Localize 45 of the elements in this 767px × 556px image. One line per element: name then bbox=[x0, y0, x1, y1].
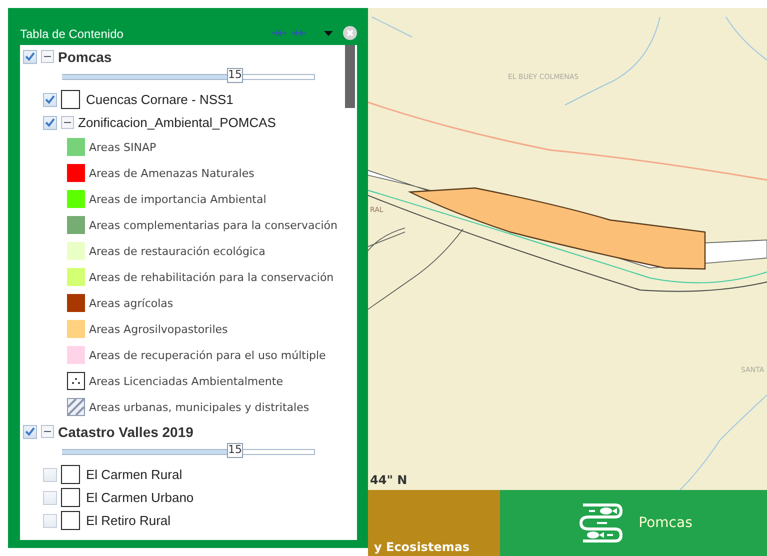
layer-swatch bbox=[61, 465, 80, 484]
dots-swatch-icon bbox=[67, 372, 85, 390]
layer-label: El Carmen Rural bbox=[86, 467, 182, 482]
legend-label: Areas de restauración ecológica bbox=[89, 244, 266, 258]
panel-title: Tabla de Contenido bbox=[20, 27, 124, 41]
layer-label: Zonificacion_Ambiental_POMCAS bbox=[78, 115, 276, 130]
legend-label: Areas complementarias para la conservación bbox=[89, 218, 338, 232]
collapse-icon[interactable] bbox=[41, 425, 54, 438]
checkbox[interactable] bbox=[43, 92, 57, 106]
legend-label: Areas Agrosilvopastoriles bbox=[89, 322, 228, 336]
legend-label: Areas de importancia Ambiental bbox=[89, 192, 266, 206]
checkbox[interactable] bbox=[23, 50, 37, 64]
checkbox[interactable] bbox=[43, 514, 57, 528]
slider-thumb[interactable]: 15 bbox=[227, 68, 244, 83]
close-icon[interactable] bbox=[343, 26, 357, 40]
dropdown-caret-icon[interactable] bbox=[324, 30, 333, 36]
collapse-icon[interactable] bbox=[41, 50, 54, 63]
collapse-icon[interactable] bbox=[61, 116, 74, 129]
legend-label: Areas SINAP bbox=[89, 140, 156, 154]
legend-label: Areas de recuperación para el uso múltiple bbox=[89, 348, 326, 362]
checkbox[interactable] bbox=[43, 490, 57, 504]
group-label: Catastro Valles 2019 bbox=[58, 424, 194, 440]
slider-thumb[interactable]: 15 bbox=[227, 443, 244, 458]
opacity-slider[interactable]: 15 bbox=[62, 443, 315, 463]
legend-label: Areas agrícolas bbox=[89, 296, 174, 310]
layer-swatch bbox=[61, 488, 80, 507]
legend-label: Areas urbanas, municipales y distritales bbox=[89, 400, 310, 414]
checkbox[interactable] bbox=[23, 424, 37, 438]
legend-label: Areas de Amenazas Naturales bbox=[89, 166, 254, 180]
layer-label: El Retiro Rural bbox=[86, 513, 171, 528]
scrollbar-thumb[interactable] bbox=[345, 45, 355, 108]
layer-label: Cuencas Cornare - NSS1 bbox=[86, 92, 234, 107]
tile-label: y Ecosistemas bbox=[374, 540, 470, 556]
hatch-swatch-icon bbox=[67, 398, 85, 416]
layer-label: El Carmen Urbano bbox=[86, 490, 194, 505]
legend-label: Areas Licenciadas Ambientalmente bbox=[89, 374, 283, 388]
legend-label: Areas de rehabilitación para la conservación bbox=[89, 270, 334, 284]
tile-label: Pomcas bbox=[638, 515, 692, 531]
layer-swatch bbox=[61, 90, 80, 109]
group-label: Pomcas bbox=[58, 48, 112, 64]
checkbox[interactable] bbox=[43, 116, 57, 130]
coordinate-label: 44" N bbox=[370, 473, 408, 487]
checkbox[interactable] bbox=[43, 468, 57, 482]
opacity-slider[interactable]: 15 bbox=[62, 68, 315, 88]
layer-swatch bbox=[61, 511, 80, 530]
